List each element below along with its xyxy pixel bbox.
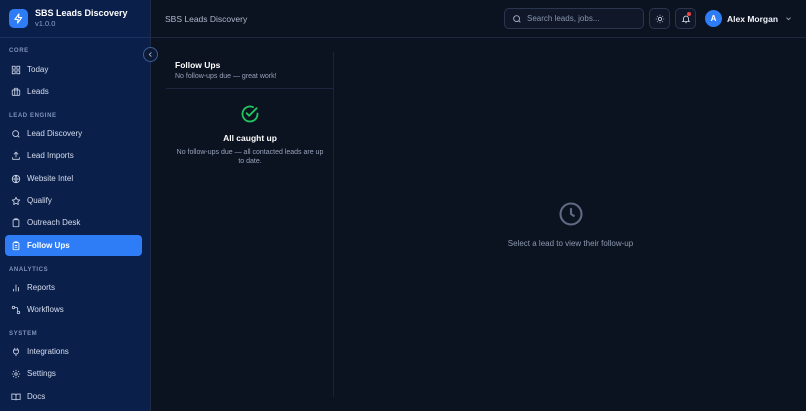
follow-ups-header: Follow Ups No follow-ups due — great wor…	[166, 52, 333, 89]
sidebar-item-website-intel[interactable]: Website Intel	[5, 168, 142, 189]
sidebar-item-label: Lead Discovery	[27, 129, 83, 138]
user-menu[interactable]: A Alex Morgan	[705, 10, 792, 27]
top-bar: SBS Leads Discovery A Alex Morgan	[151, 0, 806, 38]
sun-icon	[655, 14, 665, 24]
clipboard-icon	[10, 217, 21, 228]
theme-toggle-button[interactable]	[649, 8, 670, 29]
notifications-button[interactable]	[675, 8, 696, 29]
collapse-sidebar-button[interactable]	[143, 47, 158, 62]
empty-state-title: All caught up	[223, 133, 277, 143]
brand-version: v1.0.0	[35, 19, 56, 28]
clipboard-list-icon	[10, 240, 21, 251]
sidebar-item-outreach-desk[interactable]: Outreach Desk	[5, 212, 142, 233]
sidebar-item-label: Workflows	[27, 305, 64, 314]
sidebar-item-label: Website Intel	[27, 174, 74, 183]
empty-state: All caught up No follow-ups due — all co…	[166, 104, 334, 166]
sidebar-item-workflows[interactable]: Workflows	[5, 299, 142, 320]
notification-dot	[687, 12, 691, 16]
detail-placeholder: Select a lead to view their follow-up	[335, 200, 806, 248]
sidebar-item-lead-imports[interactable]: Lead Imports	[5, 145, 142, 166]
sidebar-item-integrations[interactable]: Integrations	[5, 341, 142, 362]
bolt-icon	[9, 9, 28, 28]
bar-chart-icon	[10, 282, 21, 293]
grid-icon	[10, 64, 21, 75]
sidebar-item-label: Qualify	[27, 196, 52, 205]
brand-name: SBS Leads Discovery	[35, 8, 128, 18]
empty-state-text: No follow-ups due — all contacted leads …	[176, 149, 324, 165]
search-icon	[512, 14, 522, 24]
chevron-down-icon	[785, 15, 792, 22]
sidebar-item-docs[interactable]: Docs	[5, 386, 142, 407]
section-label-system: SYSTEM	[9, 331, 38, 337]
page-title: SBS Leads Discovery	[165, 14, 248, 24]
globe-icon	[10, 173, 21, 184]
follow-ups-subtitle: No follow-ups due — great work!	[175, 73, 277, 80]
search-icon	[10, 128, 21, 139]
search-box[interactable]	[504, 8, 644, 29]
sidebar-item-reports[interactable]: Reports	[5, 277, 142, 298]
avatar: A	[705, 10, 722, 27]
section-label-core: CORE	[9, 48, 29, 54]
gear-icon	[10, 368, 21, 379]
sidebar-item-label: Docs	[27, 392, 46, 401]
sidebar-item-follow-ups[interactable]: Follow Ups	[5, 235, 142, 256]
sidebar-item-today[interactable]: Today	[5, 59, 142, 80]
sidebar-item-label: Leads	[27, 87, 49, 96]
sidebar-item-label: Reports	[27, 283, 56, 292]
sidebar-item-settings[interactable]: Settings	[5, 363, 142, 384]
sidebar-item-label: Settings	[27, 369, 56, 378]
detail-empty-text: Select a lead to view their follow-up	[507, 239, 634, 248]
follow-ups-panel: Follow Ups No follow-ups due — great wor…	[166, 52, 334, 397]
sidebar-item-label: Lead Imports	[27, 151, 74, 160]
section-label-analytics: ANALYTICS	[9, 267, 49, 273]
sidebar-item-lead-discovery[interactable]: Lead Discovery	[5, 123, 142, 144]
star-icon	[10, 195, 21, 206]
search-input[interactable]	[527, 14, 637, 23]
book-icon	[10, 391, 21, 402]
follow-ups-title: Follow Ups	[175, 60, 221, 70]
check-circle-icon	[240, 104, 260, 124]
sidebar: SBS Leads Discovery v1.0.0 CORE Today Le…	[0, 0, 151, 411]
sidebar-item-label: Outreach Desk	[27, 218, 81, 227]
sidebar-item-label: Today	[27, 65, 49, 74]
section-label-lead-engine: LEAD ENGINE	[9, 113, 57, 119]
clock-icon	[557, 200, 585, 228]
sidebar-item-label: Integrations	[27, 347, 69, 356]
sidebar-item-label: Follow Ups	[27, 241, 70, 250]
briefcase-icon	[10, 86, 21, 97]
workflow-icon	[10, 304, 21, 315]
brand[interactable]: SBS Leads Discovery v1.0.0	[0, 0, 150, 38]
upload-icon	[10, 150, 21, 161]
user-name: Alex Morgan	[727, 13, 779, 24]
sidebar-item-leads[interactable]: Leads	[5, 81, 142, 102]
chevron-left-icon	[147, 51, 154, 58]
sidebar-item-qualify[interactable]: Qualify	[5, 190, 142, 211]
plug-icon	[10, 346, 21, 357]
